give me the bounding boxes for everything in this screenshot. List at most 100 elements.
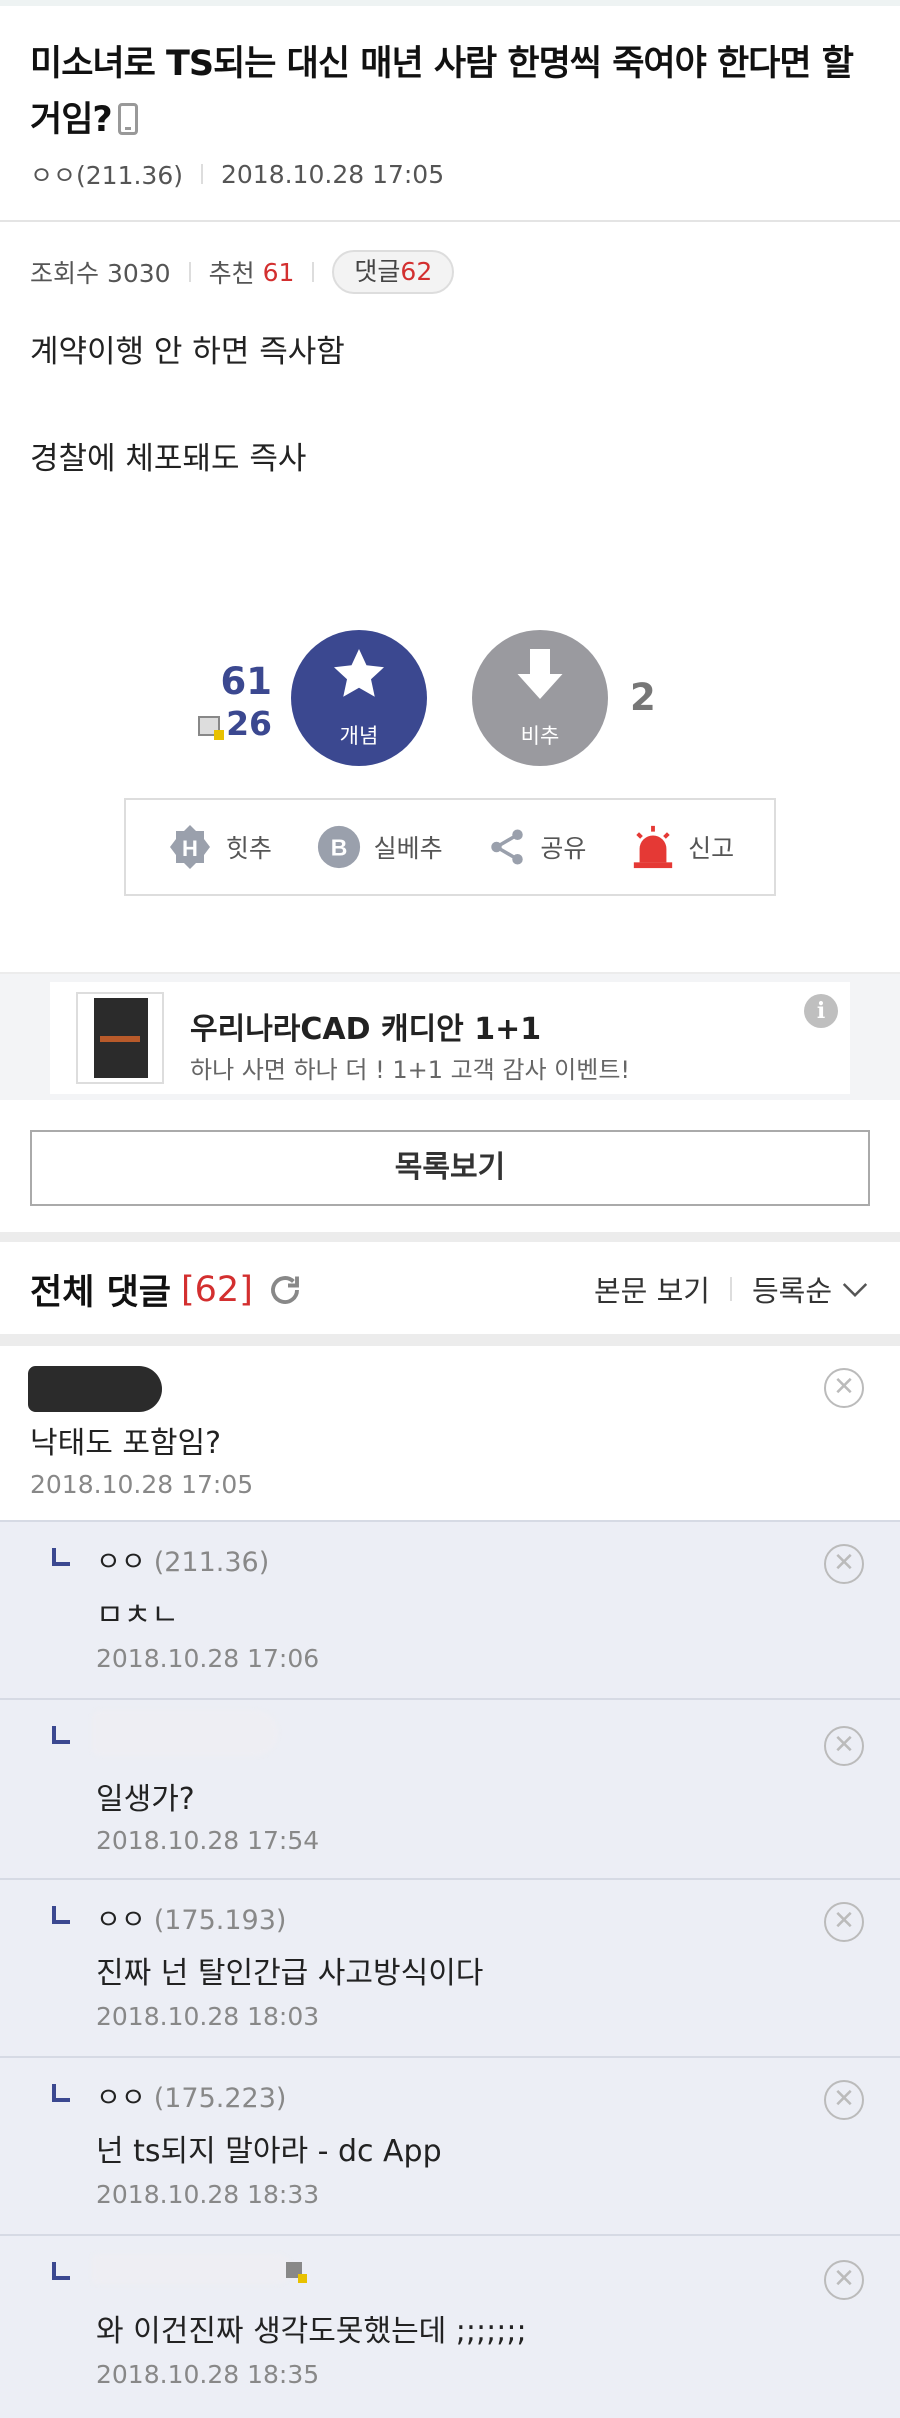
close-circle-icon[interactable]: ✕ bbox=[824, 1726, 864, 1766]
comment-nick: ㅇㅇ bbox=[96, 1547, 146, 1578]
upvote-button[interactable]: 개념 bbox=[291, 630, 427, 766]
fix-user-icon bbox=[286, 2262, 307, 2283]
comment-item: 낙태도 포함임? 2018.10.28 17:05 ✕ bbox=[0, 1346, 900, 1522]
ad-card[interactable]: 우리나라CAD 캐디안 1+1 하나 사면 하나 더 ! 1+1 고객 감사 이… bbox=[50, 982, 850, 1094]
comment-label: 댓글 bbox=[354, 257, 401, 286]
close-circle-icon[interactable]: ✕ bbox=[824, 2260, 864, 2300]
report-button[interactable]: 신고 bbox=[630, 824, 734, 870]
divider bbox=[200, 164, 203, 184]
reply-item: ㅇㅇ (211.36) ㅁㅊㄴ 2018.10.28 17:06 ✕ bbox=[0, 1522, 900, 1700]
comment-date: 2018.10.28 17:54 bbox=[96, 1826, 320, 1855]
ad-title: 우리나라CAD 캐디안 1+1 bbox=[190, 1012, 542, 1047]
comment-date: 2018.10.28 18:33 bbox=[96, 2180, 320, 2209]
divider bbox=[0, 220, 900, 222]
siren-icon bbox=[633, 825, 673, 869]
comment-text: ㅁㅊㄴ bbox=[96, 1598, 179, 1633]
reply-item: 와 이건진짜 생각도못했는데 ;;;;;;; 2018.10.28 18:35 … bbox=[0, 2236, 900, 2418]
reply-item: 일생가? 2018.10.28 17:54 ✕ bbox=[0, 1700, 900, 1880]
ad-product-image bbox=[76, 992, 164, 1084]
svg-text:H: H bbox=[182, 836, 198, 861]
b-badge-icon: B bbox=[317, 825, 360, 869]
comment-text: 넌 ts되지 말아라 - dc App bbox=[96, 2134, 442, 2169]
comment-nick: ㅇㅇ bbox=[96, 1905, 146, 1936]
comment-ip: (175.223) bbox=[153, 2083, 287, 2114]
comment-text: 낙태도 포함임? bbox=[30, 1426, 222, 1461]
reply-arrow-icon bbox=[52, 2084, 70, 2102]
comment-author[interactable]: ㅇㅇ (175.223) bbox=[96, 2076, 286, 2115]
best-recommend-button[interactable]: B 실베추 bbox=[316, 824, 443, 870]
close-circle-icon[interactable]: ✕ bbox=[824, 1368, 864, 1408]
upvote-count: 61 bbox=[220, 660, 273, 703]
refresh-icon[interactable] bbox=[267, 1272, 303, 1308]
fixed-user-upvote-count: 26 bbox=[226, 704, 272, 743]
downvote-label: 비추 bbox=[520, 724, 560, 748]
mobile-icon bbox=[117, 103, 138, 135]
close-circle-icon[interactable]: ✕ bbox=[824, 1902, 864, 1942]
divider bbox=[312, 262, 315, 282]
view-body-link[interactable]: 본문 보기 bbox=[594, 1268, 710, 1310]
h-badge-icon: H bbox=[169, 825, 210, 869]
section-divider bbox=[0, 1232, 900, 1242]
best-recommend-label: 실베추 bbox=[373, 834, 443, 863]
post-title-text: 미소녀로 TS되는 대신 매년 사람 한명씩 죽여야 한다면 할거임? bbox=[30, 44, 854, 140]
ad-banner-band: 우리나라CAD 캐디안 1+1 하나 사면 하나 더 ! 1+1 고객 감사 이… bbox=[0, 972, 900, 1100]
hit-recommend-label: 힛추 bbox=[225, 834, 272, 863]
comment-author[interactable]: ㅇㅇ (175.193) bbox=[96, 1898, 286, 1937]
comment-date: 2018.10.28 17:05 bbox=[30, 1470, 254, 1499]
recommend-count: 61 bbox=[262, 257, 295, 287]
blurred-nickname bbox=[92, 2254, 292, 2284]
close-circle-icon[interactable]: ✕ bbox=[824, 2080, 864, 2120]
ad-subtitle: 하나 사면 하나 더 ! 1+1 고객 감사 이벤트! bbox=[190, 1056, 631, 1084]
post-body-line: 경찰에 체포돼도 즉사 bbox=[30, 441, 307, 477]
reply-arrow-icon bbox=[52, 1726, 70, 1744]
upvote-label: 개념 bbox=[339, 724, 379, 748]
comment-date: 2018.10.28 18:35 bbox=[96, 2360, 320, 2389]
reply-arrow-icon bbox=[52, 2262, 70, 2280]
list-view-button[interactable]: 목록보기 bbox=[30, 1130, 870, 1206]
sort-select[interactable]: 등록순 bbox=[752, 1268, 832, 1310]
hit-recommend-button[interactable]: H 힛추 bbox=[166, 823, 272, 871]
report-label: 신고 bbox=[688, 834, 735, 863]
downvote-button[interactable]: 비추 bbox=[472, 630, 608, 766]
top-accent-line bbox=[0, 0, 900, 6]
close-circle-icon[interactable]: ✕ bbox=[824, 1544, 864, 1584]
comment-text: 진짜 넌 탈인간급 사고방식이다 bbox=[96, 1956, 484, 1991]
comment-author[interactable]: ㅇㅇ (211.36) bbox=[96, 1540, 269, 1579]
chevron-down-icon[interactable] bbox=[840, 1274, 870, 1304]
share-button[interactable]: 공유 bbox=[486, 826, 586, 868]
vote-area: 61 26 개념 비추 2 bbox=[0, 620, 900, 780]
comment-text: 일생가? bbox=[96, 1782, 195, 1817]
post-stats: 조회수 3030 추천 61 댓글62 bbox=[30, 250, 455, 294]
post-title: 미소녀로 TS되는 대신 매년 사람 한명씩 죽여야 한다면 할거임? bbox=[30, 36, 870, 148]
share-label: 공유 bbox=[540, 834, 587, 863]
comment-ip: (175.193) bbox=[153, 1905, 287, 1936]
comments-total-count: [62] bbox=[181, 1269, 253, 1310]
star-icon bbox=[334, 649, 384, 697]
comment-count-button[interactable]: 댓글62 bbox=[332, 250, 455, 294]
comment-count: 62 bbox=[400, 257, 433, 286]
blurred-nickname bbox=[28, 1366, 162, 1412]
comment-date: 2018.10.28 18:03 bbox=[96, 2002, 320, 2031]
blurred-nickname bbox=[92, 1710, 278, 1756]
post-date: 2018.10.28 17:05 bbox=[220, 159, 445, 189]
reply-item: ㅇㅇ (175.193) 진짜 넌 탈인간급 사고방식이다 2018.10.28 … bbox=[0, 1880, 900, 2058]
svg-text:B: B bbox=[330, 835, 347, 861]
post-meta: ㅇㅇ(211.36) 2018.10.28 17:05 bbox=[30, 156, 444, 192]
info-icon[interactable]: i bbox=[804, 994, 838, 1028]
view-count: 조회수 3030 bbox=[30, 259, 171, 288]
post-action-bar: H 힛추 B 실베추 공유 신고 bbox=[124, 798, 776, 896]
post-author[interactable]: ㅇㅇ(211.36) bbox=[30, 156, 183, 192]
reply-arrow-icon bbox=[52, 1906, 70, 1924]
reply-item: ㅇㅇ (175.223) 넌 ts되지 말아라 - dc App 2018.10.… bbox=[0, 2058, 900, 2236]
share-icon bbox=[491, 829, 524, 865]
reply-arrow-icon bbox=[52, 1548, 70, 1566]
post-body-line: 계약이행 안 하면 즉사함 bbox=[30, 334, 345, 370]
divider bbox=[729, 1277, 732, 1301]
comments-header: 전체 댓글 [62] bbox=[30, 1264, 303, 1315]
comment-date: 2018.10.28 17:06 bbox=[96, 1644, 320, 1673]
comments-title: 전체 댓글 bbox=[30, 1273, 171, 1313]
section-divider bbox=[0, 1334, 900, 1346]
divider bbox=[188, 262, 191, 282]
recommend-label: 추천 bbox=[208, 259, 255, 288]
downvote-count: 2 bbox=[630, 676, 656, 719]
